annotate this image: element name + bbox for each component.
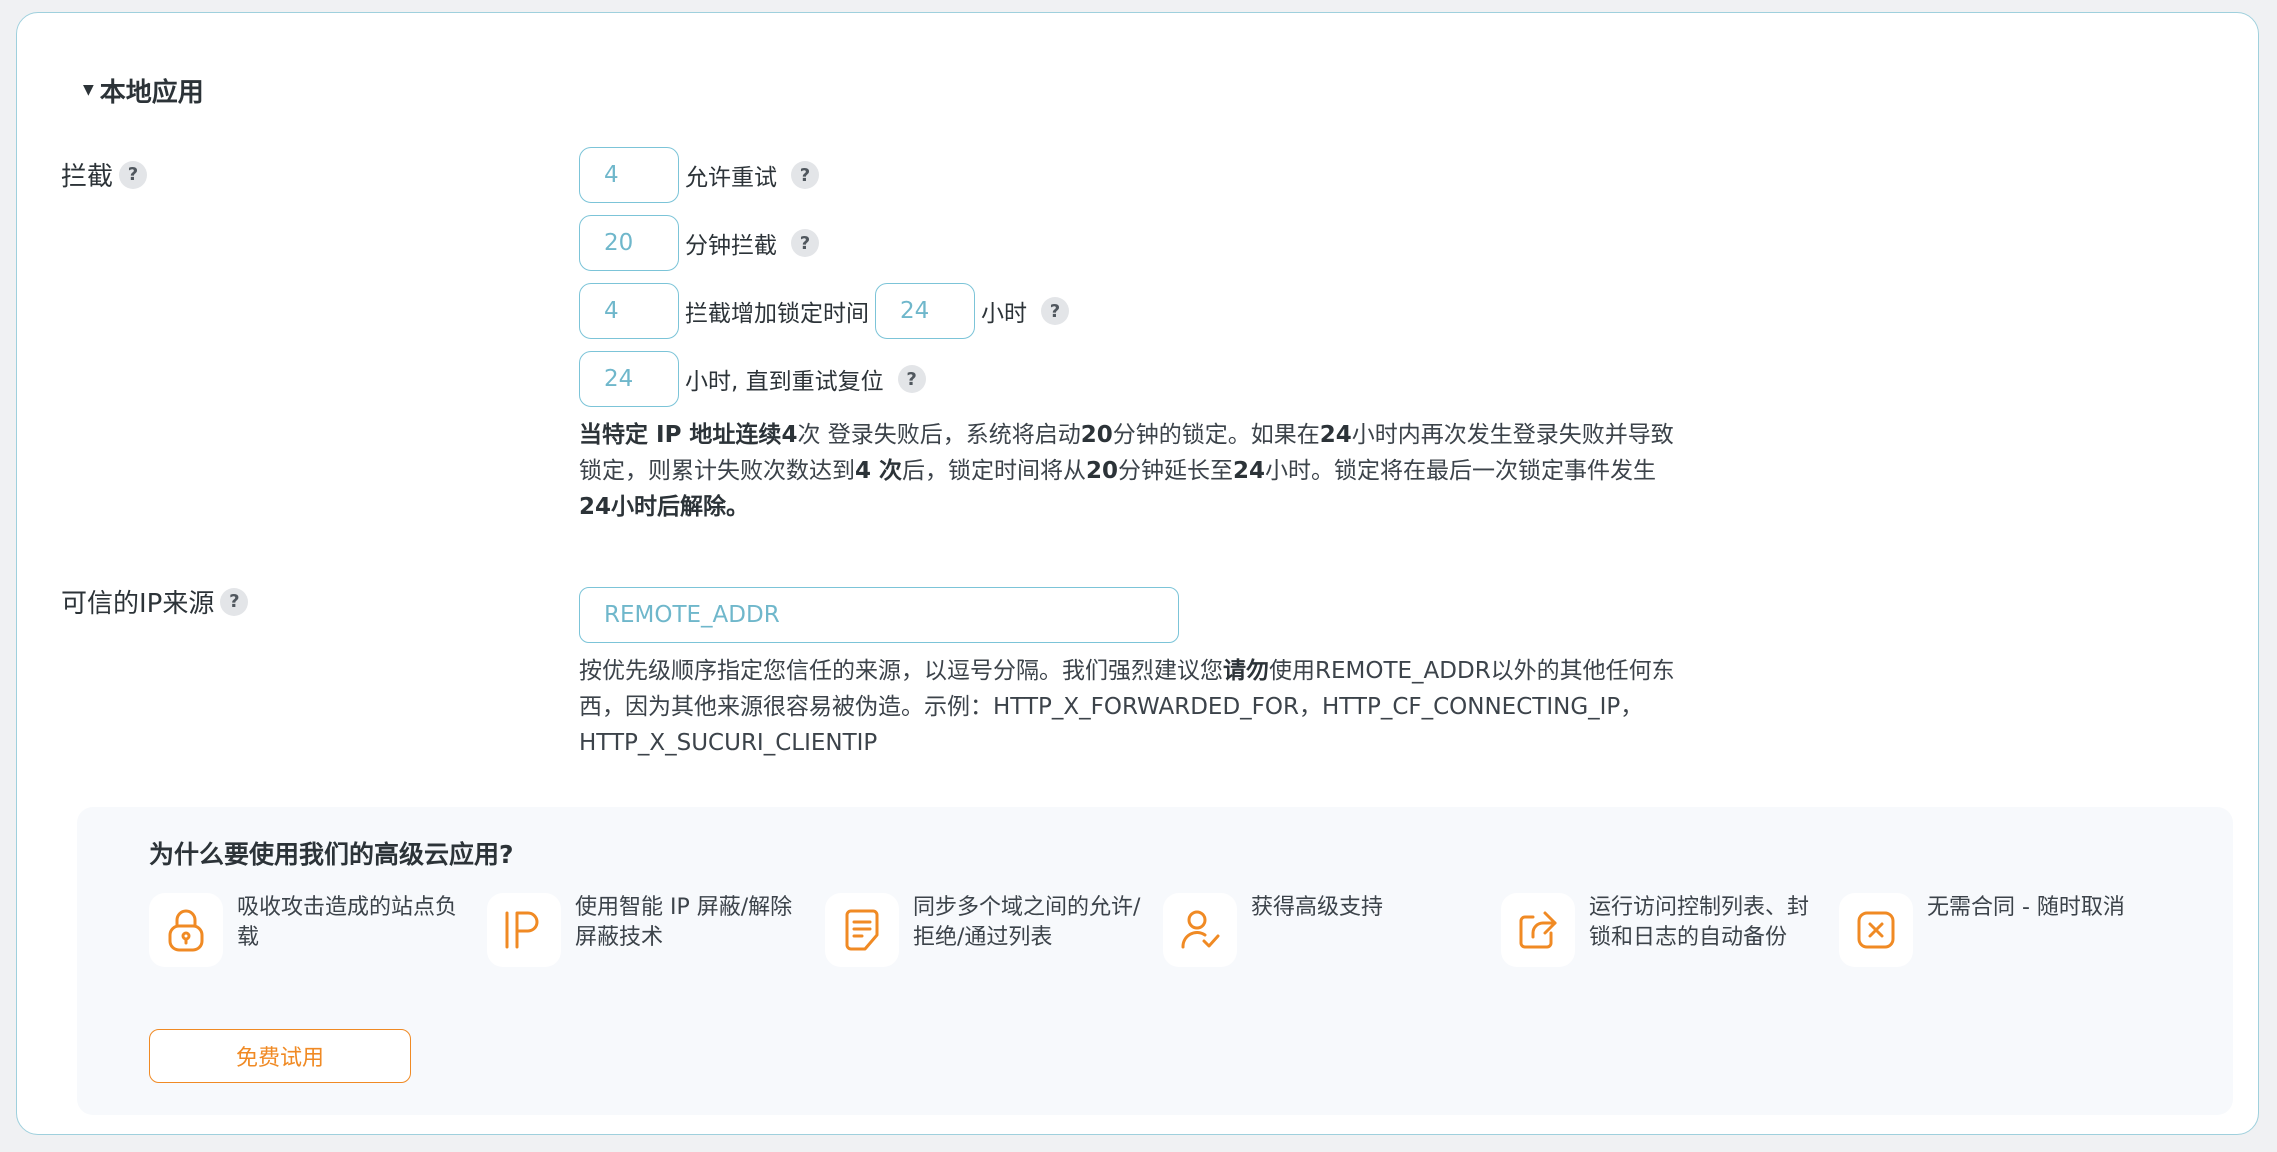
help-icon[interactable]: ? bbox=[791, 161, 819, 189]
feature-item: 吸收攻击造成的站点负载 bbox=[149, 893, 469, 967]
feature-item: 同步多个域之间的允许/拒绝/通过列表 bbox=[825, 893, 1145, 967]
ip-icon bbox=[487, 893, 561, 967]
promo-title: 为什么要使用我们的高级云应用? bbox=[149, 840, 514, 869]
long-duration-input[interactable]: 24 bbox=[875, 283, 975, 339]
feature-item: 无需合同 - 随时取消 bbox=[1839, 893, 2159, 967]
feature-text: 无需合同 - 随时取消 bbox=[1927, 895, 2125, 920]
free-trial-button[interactable]: 免费试用 bbox=[149, 1029, 411, 1083]
valid-duration-input[interactable]: 24 bbox=[579, 351, 679, 407]
allowed-retries-input[interactable]: 4 bbox=[579, 147, 679, 203]
trusted-ip-input[interactable]: REMOTE_ADDR bbox=[579, 587, 1179, 643]
feature-item: 获得高级支持 bbox=[1163, 893, 1483, 967]
allowed-retries-row: 4 允许重试 ? bbox=[579, 147, 819, 203]
lockout-description: 当特定 IP 地址连续4次 登录失败后，系统将启动20分钟的锁定。如果在24小时… bbox=[579, 422, 1674, 520]
feature-text: 获得高级支持 bbox=[1251, 895, 1384, 920]
max-lockouts-row: 4 拦截增加锁定时间 24 小时 ? bbox=[579, 283, 1069, 339]
help-icon[interactable]: ? bbox=[220, 587, 249, 616]
lockout-label-group: 拦截 ? bbox=[61, 156, 148, 193]
caret-down-icon: ▼ bbox=[83, 82, 94, 98]
feature-item: 使用智能 IP 屏蔽/解除屏蔽技术 bbox=[487, 893, 807, 967]
lockout-minutes-row: 20 分钟拦截 ? bbox=[579, 215, 819, 271]
valid-duration-label: 小时, 直到重试复位 bbox=[685, 369, 884, 395]
feature-text: 同步多个域之间的允许/拒绝/通过列表 bbox=[913, 895, 1141, 950]
feature-text: 使用智能 IP 屏蔽/解除屏蔽技术 bbox=[575, 895, 793, 950]
lock-icon bbox=[149, 893, 223, 967]
lockout-label: 拦截 bbox=[61, 162, 114, 192]
help-icon[interactable]: ? bbox=[119, 160, 148, 189]
valid-duration-row: 24 小时, 直到重试复位 ? bbox=[579, 351, 926, 407]
help-icon[interactable]: ? bbox=[791, 229, 819, 257]
trusted-ip-label: 可信的IP来源 bbox=[61, 589, 215, 619]
section-title: 本地应用 bbox=[99, 77, 204, 108]
trusted-ip-label-group: 可信的IP来源 ? bbox=[61, 583, 249, 620]
lockout-minutes-label: 分钟拦截 bbox=[685, 233, 777, 259]
document-icon bbox=[825, 893, 899, 967]
cancel-icon bbox=[1839, 893, 1913, 967]
settings-panel: ▼ 本地应用 拦截 ? 4 允许重试 ? 20 分钟拦截 ? 4 拦截增加锁定时… bbox=[16, 12, 2259, 1135]
help-icon[interactable]: ? bbox=[897, 365, 926, 393]
lockout-minutes-input[interactable]: 20 bbox=[579, 215, 679, 271]
help-icon[interactable]: ? bbox=[1041, 297, 1069, 325]
share-export-icon bbox=[1501, 893, 1575, 967]
max-lockouts-input[interactable]: 4 bbox=[579, 283, 679, 339]
allowed-retries-label: 允许重试 bbox=[685, 165, 777, 191]
section-toggle[interactable]: ▼ 本地应用 bbox=[83, 72, 204, 108]
max-lockouts-label: 拦截增加锁定时间 bbox=[685, 301, 869, 327]
feature-item: 运行访问控制列表、封锁和日志的自动备份 bbox=[1501, 893, 1821, 967]
feature-text: 吸收攻击造成的站点负载 bbox=[237, 895, 458, 950]
trusted-ip-description: 按优先级顺序指定您信任的来源，以逗号分隔。我们强烈建议您请勿使用REMOTE_A… bbox=[579, 658, 1675, 756]
user-support-icon bbox=[1163, 893, 1237, 967]
premium-promo: 为什么要使用我们的高级云应用? 吸收攻击造成的站点负载 使用智能 IP 屏蔽/解… bbox=[77, 807, 2233, 1115]
long-duration-unit: 小时 bbox=[981, 301, 1027, 327]
feature-text: 运行访问控制列表、封锁和日志的自动备份 bbox=[1589, 895, 1810, 950]
